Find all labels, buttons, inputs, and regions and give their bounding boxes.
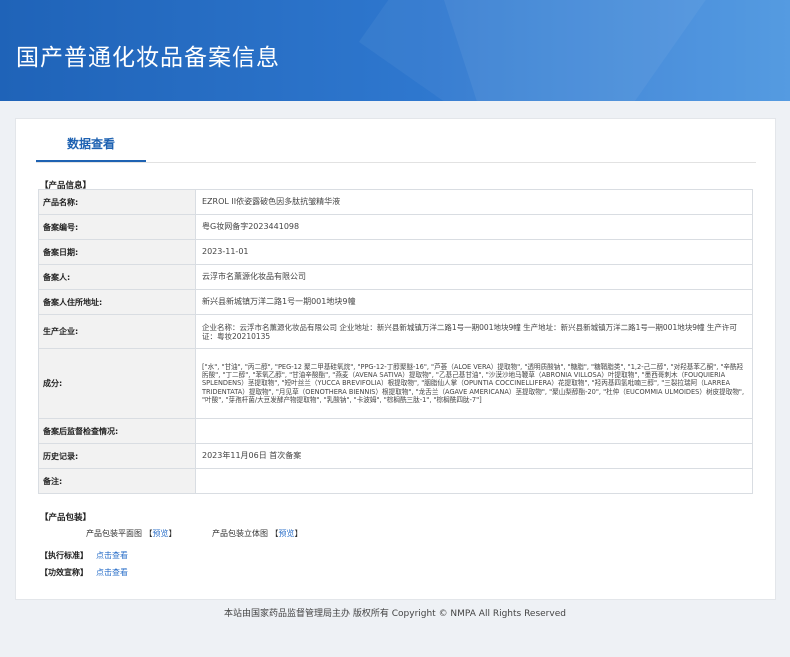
row-value: 云浮市名薰源化妆品有限公司 xyxy=(195,264,753,290)
efficacy-label: 【功效宣称】 xyxy=(40,568,88,577)
efficacy-row: 【功效宣称】 点击查看 xyxy=(40,567,128,578)
row-value: ["水", "甘油", "丙二醇", "PEG-12 聚二甲基硅氧烷", "PP… xyxy=(195,348,753,419)
bracket-open: 【 xyxy=(270,529,279,538)
row-label: 备案后监督检查情况: xyxy=(38,418,196,444)
row-value: 新兴县新城镇万洋二路1号一期001地块9幢 xyxy=(195,289,753,315)
preview-link[interactable]: 预览 xyxy=(153,529,169,538)
table-row: 成分: ["水", "甘油", "丙二醇", "PEG-12 聚二甲基硅氧烷",… xyxy=(38,348,753,419)
package-flat-image: 产品包装平面图 【预览】 xyxy=(86,528,177,539)
row-label: 生产企业: xyxy=(38,314,196,349)
package-3d-image: 产品包装立体图 【预览】 xyxy=(212,528,303,539)
table-row: 历史记录: 2023年11月06日 首次备案 xyxy=(38,443,753,469)
content-panel: 数据查看 【产品信息】 产品名称: EZROL II依姿露破色因多肽抗皱精华液 … xyxy=(15,118,776,600)
standards-link[interactable]: 点击查看 xyxy=(96,551,128,560)
row-value: 2023-11-01 xyxy=(195,239,753,265)
table-row: 备案编号: 粤G妆网备字2023441098 xyxy=(38,214,753,240)
row-value: EZROL II依姿露破色因多肽抗皱精华液 xyxy=(195,189,753,215)
page-title: 国产普通化妆品备案信息 xyxy=(16,45,280,71)
table-row: 备案日期: 2023-11-01 xyxy=(38,239,753,265)
row-label: 历史记录: xyxy=(38,443,196,469)
tab-data-view[interactable]: 数据查看 xyxy=(36,119,146,162)
row-label: 备案日期: xyxy=(38,239,196,265)
header-banner: 国产普通化妆品备案信息 xyxy=(0,0,790,101)
table-row: 备注: xyxy=(38,468,753,494)
row-label: 备案编号: xyxy=(38,214,196,240)
row-value: 2023年11月06日 首次备案 xyxy=(195,443,753,469)
row-value: 粤G妆网备字2023441098 xyxy=(195,214,753,240)
row-label: 产品名称: xyxy=(38,189,196,215)
row-label: 备注: xyxy=(38,468,196,494)
row-value xyxy=(195,468,753,494)
table-row: 备案人住所地址: 新兴县新城镇万洋二路1号一期001地块9幢 xyxy=(38,289,753,315)
product-info-table: 产品名称: EZROL II依姿露破色因多肽抗皱精华液 备案编号: 粤G妆网备字… xyxy=(38,189,753,494)
preview-link[interactable]: 预览 xyxy=(279,529,295,538)
packaging-title: 【产品包装】 xyxy=(40,513,92,523)
bracket-open: 【 xyxy=(144,529,153,538)
row-value xyxy=(195,418,753,444)
table-row: 生产企业: 企业名称：云浮市名薰源化妆品有限公司 企业地址：新兴县新城镇万洋二路… xyxy=(38,314,753,349)
table-row: 产品名称: EZROL II依姿露破色因多肽抗皱精华液 xyxy=(38,189,753,215)
footer-copyright: 本站由国家药品监督管理局主办 版权所有 Copyright © NMPA All… xyxy=(224,609,566,619)
row-label: 备案人: xyxy=(38,264,196,290)
bracket-close: 】 xyxy=(168,529,177,538)
standards-label: 【执行标准】 xyxy=(40,551,88,560)
package-flat-label: 产品包装平面图 xyxy=(86,529,142,538)
package-3d-label: 产品包装立体图 xyxy=(212,529,268,538)
tab-bar: 数据查看 xyxy=(36,119,756,163)
efficacy-link[interactable]: 点击查看 xyxy=(96,568,128,577)
standards-row: 【执行标准】 点击查看 xyxy=(40,550,128,561)
row-label: 备案人住所地址: xyxy=(38,289,196,315)
table-row: 备案人: 云浮市名薰源化妆品有限公司 xyxy=(38,264,753,290)
row-value: 企业名称：云浮市名薰源化妆品有限公司 企业地址：新兴县新城镇万洋二路1号一期00… xyxy=(195,314,753,349)
row-label: 成分: xyxy=(38,348,196,419)
bracket-close: 】 xyxy=(294,529,303,538)
table-row: 备案后监督检查情况: xyxy=(38,418,753,444)
